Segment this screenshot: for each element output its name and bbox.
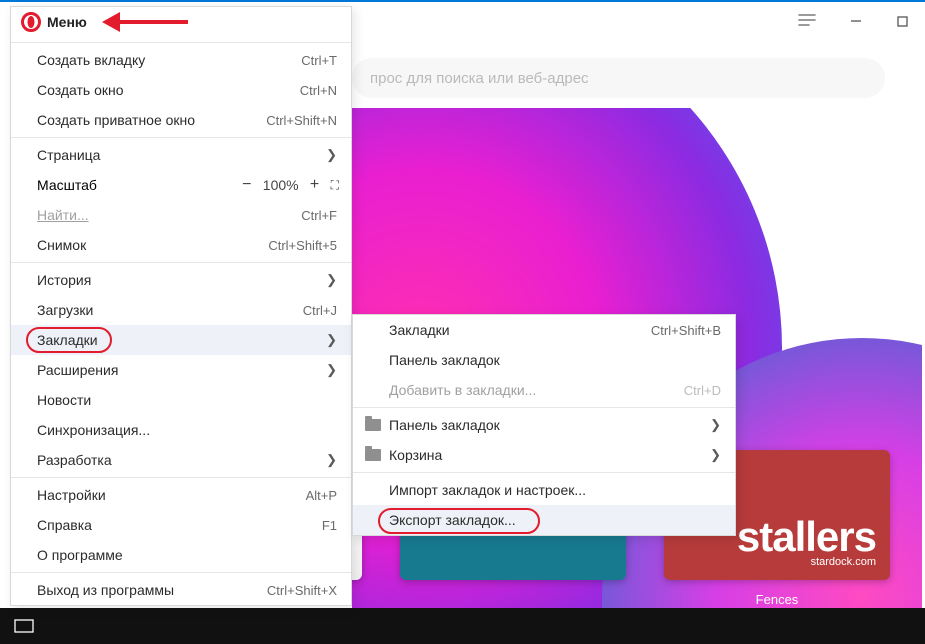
folder-icon: [365, 449, 381, 461]
zoom-in-button[interactable]: +: [307, 176, 323, 194]
sub-trash[interactable]: Корзина ❯: [353, 440, 735, 470]
menu-title: Меню: [47, 14, 87, 30]
menu-sync[interactable]: Синхронизация...: [11, 415, 351, 445]
address-bar[interactable]: прос для поиска или веб-адрес: [352, 58, 885, 98]
menu-developer[interactable]: Разработка ❯: [11, 445, 351, 475]
menu-downloads[interactable]: Загрузки Ctrl+J: [11, 295, 351, 325]
menu-extensions[interactable]: Расширения ❯: [11, 355, 351, 385]
annotation-arrow: [102, 14, 188, 30]
folder-icon: [365, 419, 381, 431]
minimize-button[interactable]: [833, 6, 879, 36]
tile-label-fences: Fences: [664, 592, 890, 607]
chevron-right-icon: ❯: [326, 452, 337, 468]
menu-settings[interactable]: Настройки Alt+P: [11, 480, 351, 510]
menu-page[interactable]: Страница ❯: [11, 140, 351, 170]
sub-bookmarks-bar[interactable]: Панель закладок: [353, 345, 735, 375]
address-placeholder: прос для поиска или веб-адрес: [370, 70, 589, 87]
menu-exit[interactable]: Выход из программы Ctrl+Shift+X: [11, 575, 351, 605]
tile-fences-subtitle: stardock.com: [811, 556, 876, 568]
sub-export-bookmarks[interactable]: Экспорт закладок...: [353, 505, 735, 535]
menu-new-private-window[interactable]: Создать приватное окно Ctrl+Shift+N: [11, 105, 351, 135]
sub-bookmarks-bar-folder[interactable]: Панель закладок ❯: [353, 410, 735, 440]
sub-import-bookmarks[interactable]: Импорт закладок и настроек...: [353, 475, 735, 505]
menu-about[interactable]: О программе: [11, 540, 351, 570]
maximize-button[interactable]: [879, 6, 925, 36]
fullscreen-icon[interactable]: ⛶: [331, 178, 337, 193]
window-controls: [789, 2, 925, 40]
menu-new-tab[interactable]: Создать вкладку Ctrl+T: [11, 45, 351, 75]
chevron-right-icon: ❯: [326, 332, 337, 348]
menu-zoom: Масштаб − 100% + ⛶: [11, 170, 351, 200]
taskbar: [0, 608, 925, 644]
tile-fences-title: stallers: [737, 516, 876, 558]
chevron-right-icon: ❯: [710, 417, 721, 433]
chevron-right-icon: ❯: [710, 447, 721, 463]
menu-find: Найти... Ctrl+F: [11, 200, 351, 230]
zoom-value: 100%: [263, 177, 299, 193]
opera-icon: [21, 12, 41, 32]
menu-history[interactable]: История ❯: [11, 265, 351, 295]
easy-setup-icon[interactable]: [789, 6, 825, 36]
menu-snapshot[interactable]: Снимок Ctrl+Shift+5: [11, 230, 351, 260]
menu-news[interactable]: Новости: [11, 385, 351, 415]
chevron-right-icon: ❯: [326, 147, 337, 163]
zoom-out-button[interactable]: −: [239, 176, 255, 194]
menu-new-window[interactable]: Создать окно Ctrl+N: [11, 75, 351, 105]
menu-help[interactable]: Справка F1: [11, 510, 351, 540]
menu-bookmarks[interactable]: Закладки ❯: [11, 325, 351, 355]
sub-bookmarks[interactable]: Закладки Ctrl+Shift+B: [353, 315, 735, 345]
bookmarks-submenu: Закладки Ctrl+Shift+B Панель закладок До…: [352, 314, 736, 536]
task-view-icon[interactable]: [0, 608, 48, 644]
main-menu: Меню Создать вкладку Ctrl+T Создать окно…: [10, 6, 352, 606]
chevron-right-icon: ❯: [326, 272, 337, 288]
sub-add-bookmark: Добавить в закладки... Ctrl+D: [353, 375, 735, 405]
chevron-right-icon: ❯: [326, 362, 337, 378]
